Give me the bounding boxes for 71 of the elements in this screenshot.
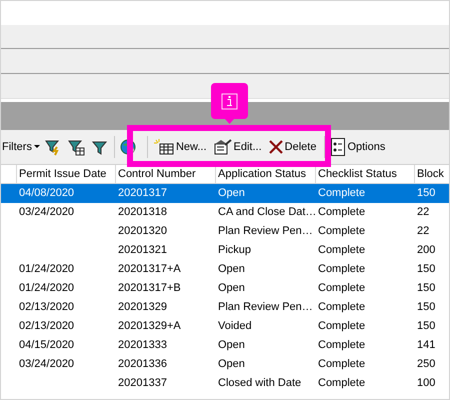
- table-cell-text: Complete: [318, 186, 366, 202]
- table-cell-text: 20201317+B: [118, 281, 181, 296]
- table-cell-text: Pickup: [218, 243, 252, 258]
- table-cell-text: 02/13/2020: [19, 300, 74, 316]
- table-cell-text: Open: [218, 338, 245, 354]
- filters-dropdown[interactable]: Filters: [2, 138, 40, 156]
- table-cell-text: Complete: [318, 281, 366, 296]
- table-cell-text: 20201321: [118, 243, 167, 258]
- info-badge: [211, 83, 248, 125]
- table-cell-text: Voided: [218, 319, 252, 334]
- table-cell-text: 20201329: [118, 300, 167, 316]
- table-cell-text: 01/24/2020: [19, 281, 74, 296]
- table-cell-text: 22: [417, 205, 430, 220]
- table-cell-text: Complete: [318, 243, 366, 258]
- table-cell-text: 20201318: [118, 205, 167, 220]
- table-cell-text: Open: [218, 357, 245, 372]
- table-cell-text: CA and Close Dat…: [218, 205, 316, 220]
- list-icon: [331, 138, 346, 156]
- table-cell-text: 200: [417, 243, 436, 258]
- table-cell-text: Complete: [318, 205, 366, 220]
- table-cell-text: Open: [218, 281, 245, 296]
- table-cell-text: Complete: [318, 224, 366, 240]
- table-cell-text: 04/08/2020: [19, 186, 74, 202]
- table-cell-text: Complete: [318, 300, 366, 316]
- table-cell-text: Plan Review Pen…: [218, 224, 313, 240]
- table-cell-text: Complete: [318, 338, 366, 354]
- table-cell-text: 20201317+A: [118, 262, 181, 278]
- funnel-table-icon[interactable]: [68, 138, 86, 156]
- table-cell-text: Complete: [318, 357, 366, 372]
- table-cell-text: Complete: [318, 376, 366, 392]
- table-cell-text: 100: [417, 376, 436, 392]
- table-cell-text: 150: [417, 262, 436, 278]
- table-cell-text: 22: [417, 224, 430, 240]
- table-cell-text: Plan Review Pen…: [218, 300, 313, 316]
- table-cell-text: 20201320: [118, 224, 167, 240]
- column-header[interactable]: Permit Issue Date: [17, 165, 116, 183]
- table-cell-text: 250: [417, 357, 436, 372]
- column-header[interactable]: Checklist Status: [316, 165, 415, 183]
- delete-button[interactable]: Delete: [268, 138, 318, 156]
- new-button[interactable]: New...: [152, 138, 208, 156]
- column-header[interactable]: Control Number: [116, 165, 216, 183]
- table-cell-text: Open: [218, 262, 245, 278]
- edit-button[interactable]: Edit...: [212, 138, 263, 156]
- table-cell-text: 03/24/2020: [19, 357, 74, 372]
- table-cell-text: Complete: [318, 262, 366, 278]
- table-cell-text: 20201329+A: [118, 319, 181, 334]
- table-cell-text: 150: [417, 300, 436, 316]
- x-icon: [268, 140, 283, 154]
- table-cell-text: 141: [417, 338, 436, 354]
- table-cell-text: 20201333: [118, 338, 167, 354]
- globe-icon[interactable]: [120, 138, 138, 156]
- table-cell-text: 01/24/2020: [19, 262, 74, 278]
- table-cell-text: Open: [218, 186, 245, 202]
- form-icon: [214, 139, 232, 155]
- table-cell-text: 20201336: [118, 357, 167, 372]
- table-sparkle-icon: [154, 139, 174, 155]
- caret-icon: [34, 145, 40, 149]
- table-cell-text: 03/24/2020: [19, 205, 74, 220]
- table-cell-text: 04/15/2020: [19, 338, 74, 354]
- table-cell-text: 150: [417, 281, 436, 296]
- table-cell-text: 150: [417, 319, 436, 334]
- column-header[interactable]: Application Status: [216, 165, 316, 183]
- table-cell-text: 02/13/2020: [19, 319, 74, 334]
- table-cell-text: 20201337: [118, 376, 167, 392]
- column-header[interactable]: Block: [415, 165, 449, 183]
- table-cell-text: Complete: [318, 319, 366, 334]
- selected-table-row[interactable]: 04/08/2020 20201317 Open Complete 150: [1, 184, 449, 203]
- table-cell-text: 150: [417, 186, 436, 202]
- table-cell-text: 20201317: [118, 186, 167, 202]
- options-button[interactable]: Options: [330, 138, 386, 156]
- table-cell-text: Closed with Date: [218, 376, 302, 392]
